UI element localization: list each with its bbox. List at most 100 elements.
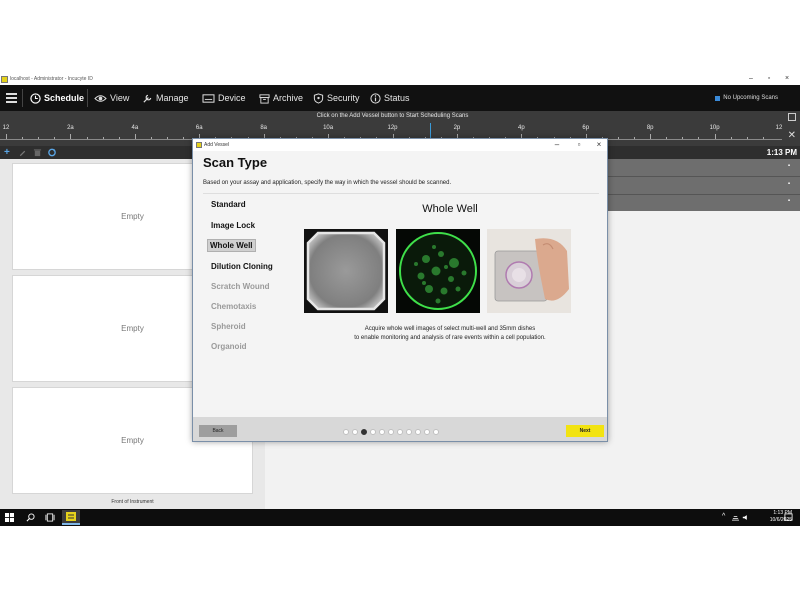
next-button[interactable]: Next xyxy=(566,425,604,437)
network-icon[interactable] xyxy=(731,514,740,521)
scan-type-spheroid: Spheroid xyxy=(211,322,246,331)
back-button[interactable]: Back xyxy=(199,425,237,437)
row-menu-icon[interactable]: ▪ xyxy=(788,198,790,204)
row-menu-icon[interactable]: ▪ xyxy=(788,181,790,187)
timeline-tick-label: 8p xyxy=(646,125,654,131)
scan-type-title: Whole Well xyxy=(422,203,478,215)
schedule-rows: ▪ ▪ ▪ xyxy=(608,159,800,211)
current-time: 1:13 PM xyxy=(766,148,797,157)
scan-type-description-line: to enable monitoring and analysis of rar… xyxy=(354,335,546,341)
dialog-minimize-button[interactable]: – xyxy=(551,140,563,149)
nav-divider xyxy=(22,89,23,107)
divider xyxy=(203,193,599,194)
scan-type-standard[interactable]: Standard xyxy=(209,199,248,210)
dialog-title-bar: Add Vessel – ▫ × xyxy=(193,139,607,151)
calendar-icon[interactable] xyxy=(788,113,796,121)
maximize-button[interactable]: ▫ xyxy=(764,75,774,82)
nav-device[interactable]: Device xyxy=(202,85,246,111)
upcoming-scans-status[interactable]: No Upcoming Scans xyxy=(715,85,778,111)
timeline-tick-label: 12p xyxy=(387,125,398,131)
shield-icon xyxy=(313,92,324,104)
timeline-tick-label: 4p xyxy=(517,125,525,131)
scan-type-image-lock[interactable]: Image Lock xyxy=(209,220,257,231)
nav-label: Manage xyxy=(156,93,189,103)
wizard-step-dot xyxy=(433,429,439,435)
dialog-description: Based on your assay and application, spe… xyxy=(203,180,452,186)
timeline-tick-label: 12 xyxy=(2,125,10,131)
front-of-instrument-label: Front of Instrument xyxy=(111,499,154,505)
nav-label: Status xyxy=(384,93,410,103)
wrench-icon xyxy=(143,94,152,103)
row-divider xyxy=(608,176,800,177)
delete-icon[interactable] xyxy=(33,148,42,157)
clock-icon xyxy=(30,92,41,104)
timeline-tick-label: 6p xyxy=(582,125,590,131)
eye-icon xyxy=(94,94,107,102)
timeline-tick-label: 12 xyxy=(775,125,783,131)
search-icon[interactable] xyxy=(26,513,35,522)
wizard-step-dot xyxy=(343,429,349,435)
app-icon xyxy=(196,142,202,148)
wizard-step-dot xyxy=(352,429,358,435)
nav-archive[interactable]: Archive xyxy=(259,85,303,111)
add-vessel-button[interactable]: + xyxy=(4,146,10,159)
wizard-step-dot xyxy=(379,429,385,435)
whole-well-phase-image xyxy=(304,229,388,313)
task-view-icon[interactable] xyxy=(45,513,55,522)
row-divider xyxy=(608,194,800,195)
scan-type-whole-well[interactable]: Whole Well xyxy=(207,239,256,252)
close-button[interactable]: × xyxy=(782,75,792,82)
slot-label: Empty xyxy=(121,436,144,445)
dialog-close-button[interactable]: × xyxy=(593,140,605,149)
wizard-step-dot xyxy=(415,429,421,435)
notifications-icon[interactable] xyxy=(784,513,793,522)
wizard-step-dot xyxy=(388,429,394,435)
timeline-tick-label: 6a xyxy=(195,125,203,131)
scan-type-dilution-cloning[interactable]: Dilution Cloning xyxy=(209,261,275,272)
timeline-tick-label: 8a xyxy=(260,125,267,131)
nav-label: Schedule xyxy=(44,93,85,103)
dialog-maximize-button[interactable]: ▫ xyxy=(573,140,585,149)
nav-label: View xyxy=(110,93,130,103)
timeline-close-icon[interactable]: ✕ xyxy=(788,130,796,141)
window-title-bar: localhost - Administrator - Incucyte ID … xyxy=(0,74,800,85)
scan-type-chemotaxis: Chemotaxis xyxy=(211,302,257,311)
timeline-tick-label: 10p xyxy=(709,125,720,131)
wizard-step-dot xyxy=(406,429,412,435)
scan-type-organoid: Organoid xyxy=(211,342,247,351)
minimize-button[interactable]: – xyxy=(746,75,756,82)
dialog-heading: Scan Type xyxy=(203,155,268,170)
wizard-step-dot xyxy=(370,429,376,435)
nav-manage[interactable]: Manage xyxy=(142,85,189,111)
refresh-icon[interactable] xyxy=(47,148,57,157)
scan-type-description: Acquire whole well images of select mult… xyxy=(303,325,597,343)
windows-start-icon[interactable] xyxy=(5,513,14,522)
whole-well-fluorescence-image xyxy=(396,229,480,313)
slot-label: Empty xyxy=(121,212,144,221)
taskbar-incucyte-app[interactable] xyxy=(62,510,80,525)
dialog-title: Add Vessel xyxy=(204,142,230,148)
wizard-step-dot xyxy=(424,429,430,435)
timeline-tick-label: 2p xyxy=(453,125,461,131)
nav-status[interactable]: Status xyxy=(370,85,410,111)
dish-holder-photo xyxy=(487,229,571,313)
info-icon xyxy=(370,92,381,104)
edit-icon[interactable] xyxy=(18,148,27,157)
app-icon xyxy=(1,76,8,83)
current-time-marker xyxy=(430,123,431,139)
wizard-progress xyxy=(343,428,463,436)
nav-view[interactable]: View xyxy=(94,85,129,111)
status-square-icon xyxy=(715,95,721,101)
nav-security[interactable]: Security xyxy=(313,85,360,111)
slot-label: Empty xyxy=(121,324,144,333)
hamburger-menu-icon[interactable] xyxy=(6,92,17,104)
wizard-step-dot xyxy=(361,429,367,435)
tray-chevron-icon[interactable]: ^ xyxy=(722,513,725,520)
upcoming-label: No Upcoming Scans xyxy=(723,95,778,101)
timeline-tick-label: 2a xyxy=(67,125,74,131)
nav-schedule[interactable]: Schedule xyxy=(30,85,84,111)
row-menu-icon[interactable]: ▪ xyxy=(788,163,790,169)
dialog-footer: Back Next xyxy=(193,417,607,441)
incucyte-app-icon xyxy=(66,512,76,521)
volume-icon[interactable] xyxy=(742,514,750,521)
